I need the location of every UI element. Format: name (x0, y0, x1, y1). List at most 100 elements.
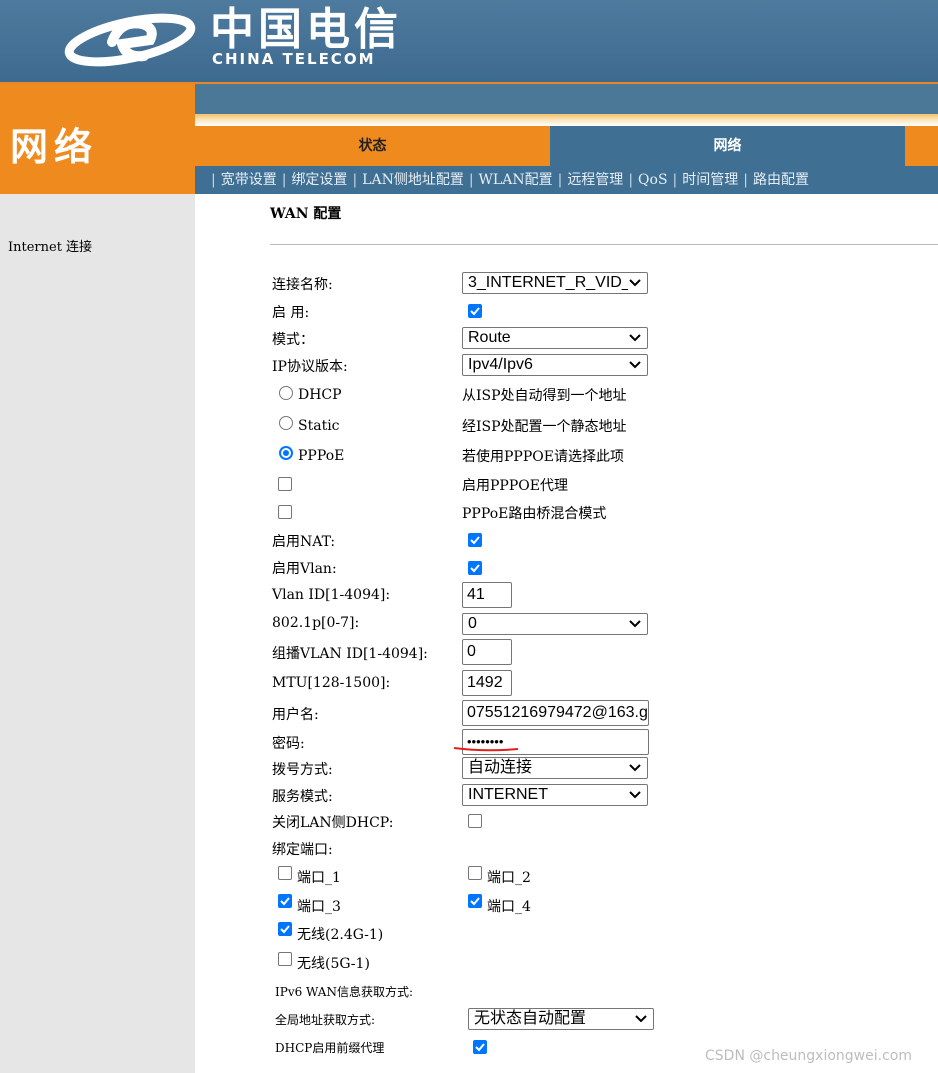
nav-broadband-settings[interactable]: 宽带设置 (221, 172, 277, 188)
static-radio[interactable] (279, 416, 293, 430)
nav-route-config[interactable]: 路由配置 (753, 172, 809, 188)
priority-label: 802.1p[0-7]: (272, 615, 360, 631)
top-stripe (195, 114, 938, 126)
vlan-label: 启用Vlan: (272, 561, 337, 577)
vlan-checkbox[interactable] (468, 561, 482, 575)
tab-status[interactable]: 状态 (195, 126, 550, 166)
nav-time-management[interactable]: 时间管理 (682, 172, 738, 188)
wireless-24g-checkbox[interactable] (278, 922, 292, 936)
chevron-down-icon (629, 279, 641, 287)
pppoe-description: 若使用PPPOE请选择此项 (462, 449, 624, 465)
nav-qos[interactable]: QoS (638, 172, 668, 188)
port-3-checkbox[interactable] (278, 894, 292, 908)
nav-binding-settings[interactable]: 绑定设置 (291, 172, 347, 188)
sidebar-item-internet-connection[interactable]: Internet 连接 (8, 236, 92, 255)
nav-separator: | (211, 172, 216, 188)
check-icon (470, 536, 480, 545)
sidebar: Internet 连接 (0, 194, 195, 1073)
brand-name-en: CHINA TELECOM (212, 50, 376, 68)
enable-checkbox[interactable] (468, 304, 482, 318)
tab-bar-end (905, 126, 938, 166)
priority-select[interactable]: 0 (462, 613, 648, 635)
nav-remote-management[interactable]: 远程管理 (567, 172, 623, 188)
mtu-input[interactable]: 1492 (462, 670, 512, 696)
ipv6-wan-info-label: IPv6 WAN信息获取方式: (275, 985, 413, 999)
dial-mode-value: 自动连接 (468, 759, 533, 776)
port-4-checkbox[interactable] (468, 894, 482, 908)
wireless-5g-label: 无线(5G-1) (297, 956, 370, 972)
sub-navigation: | 宽带设置 | 绑定设置 | LAN侧地址配置 | WLAN配置 | 远程管理 | QoS | 时间管理… (195, 166, 938, 194)
service-mode-select[interactable]: INTERNET (462, 784, 648, 806)
nat-label: 启用NAT: (272, 534, 336, 550)
wireless-24g-label: 无线(2.4G-1) (297, 927, 384, 943)
nav-separator: | (468, 172, 474, 188)
connection-name-value: 3_INTERNET_R_VID_41 (468, 274, 628, 291)
nav-separator: | (281, 172, 287, 188)
top-bar (195, 84, 938, 114)
pppoe-proxy-checkbox[interactable] (278, 477, 292, 491)
wireless-5g-checkbox[interactable] (278, 952, 292, 966)
port-2-checkbox[interactable] (468, 866, 482, 880)
connection-name-select[interactable]: 3_INTERNET_R_VID_41 (462, 272, 648, 294)
nav-separator: | (352, 172, 358, 188)
mode-label: 模式： (272, 332, 314, 348)
check-icon (280, 925, 290, 934)
nav-separator: | (557, 172, 563, 188)
username-input[interactable]: 07551216979472@163.gd (462, 700, 649, 726)
port-2-label: 端口_2 (487, 870, 531, 886)
port-3-label: 端口_3 (297, 899, 341, 915)
static-label: Static (298, 418, 340, 434)
nav-wlan-config[interactable]: WLAN配置 (479, 172, 553, 188)
username-label: 用户名: (272, 707, 319, 723)
title-divider (270, 244, 938, 245)
pppoe-bridge-checkbox[interactable] (278, 505, 292, 519)
pppoe-proxy-label: 启用PPPOE代理 (462, 478, 568, 494)
password-label: 密码: (272, 736, 305, 752)
dhcp-pd-checkbox[interactable] (473, 1040, 487, 1054)
multicast-vlan-input[interactable]: 0 (462, 639, 512, 665)
priority-value: 0 (468, 615, 477, 632)
pppoe-bridge-label: PPPoE路由桥混合模式 (462, 506, 607, 522)
check-icon (470, 564, 480, 573)
mode-select[interactable]: Route (462, 327, 648, 349)
tab-network[interactable]: 网络 (550, 126, 905, 166)
watermark: CSDN @cheungxiongwei.com (705, 1048, 912, 1064)
check-icon (470, 897, 480, 906)
vlan-id-input[interactable]: 41 (462, 582, 512, 608)
nav-separator: | (672, 172, 678, 188)
ip-version-select[interactable]: Ipv4/Ipv6 (462, 354, 648, 376)
nav-lan-address[interactable]: LAN侧地址配置 (362, 172, 464, 188)
global-address-value: 无状态自动配置 (474, 1010, 587, 1027)
header-banner: 中国电信 CHINA TELECOM (0, 0, 938, 82)
port-1-checkbox[interactable] (278, 866, 292, 880)
dial-mode-label: 拨号方式: (272, 762, 333, 778)
port-1-label: 端口_1 (297, 870, 341, 886)
global-address-label: 全局地址获取方式: (275, 1013, 376, 1027)
enable-label: 启 用: (272, 305, 310, 321)
check-icon (470, 307, 480, 316)
section-title: 网络 (10, 125, 99, 169)
dhcp-radio[interactable] (279, 386, 293, 400)
page-title: WAN 配置 (270, 206, 342, 222)
service-mode-value: INTERNET (468, 786, 548, 803)
ip-version-value: Ipv4/Ipv6 (468, 356, 533, 373)
check-icon (280, 897, 290, 906)
red-underline-annotation (453, 747, 519, 752)
vlan-id-label: Vlan ID[1-4094]: (272, 587, 391, 603)
mode-value: Route (468, 329, 511, 346)
bind-ports-label: 绑定端口: (272, 842, 333, 858)
multicast-vlan-label: 组播VLAN ID[1-4094]: (272, 646, 428, 662)
global-address-select[interactable]: 无状态自动配置 (468, 1008, 654, 1030)
chevron-down-icon (629, 791, 641, 799)
pppoe-label: PPPoE (298, 448, 345, 464)
dhcp-description: 从ISP处自动得到一个地址 (462, 388, 627, 404)
pppoe-radio[interactable] (279, 446, 293, 460)
disable-lan-dhcp-checkbox[interactable] (468, 814, 482, 828)
nav-separator: | (628, 172, 634, 188)
mtu-label: MTU[128-1500]: (272, 675, 391, 691)
static-description: 经ISP处配置一个静态地址 (462, 419, 627, 435)
dial-mode-select[interactable]: 自动连接 (462, 757, 648, 779)
nat-checkbox[interactable] (468, 533, 482, 547)
dhcp-pd-label: DHCP启用前缀代理 (275, 1041, 385, 1055)
chevron-down-icon (629, 361, 641, 369)
